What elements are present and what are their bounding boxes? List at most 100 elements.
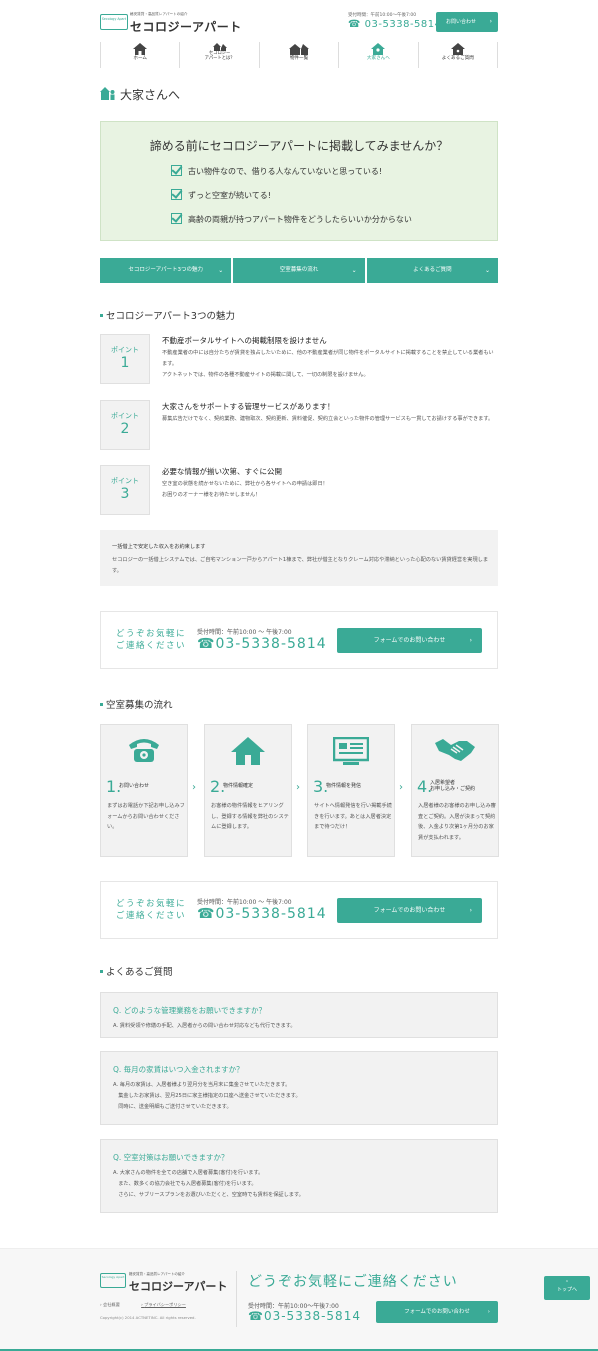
logo-text[interactable]: セコロジーアパート — [130, 18, 242, 35]
chevron-down-icon: ⌄ — [351, 267, 357, 274]
sublease-note: 一括借上で安定した収入をお約束します セコロジーの一括借上システムでは、ご自宅マ… — [100, 530, 498, 586]
chevron-down-icon: ⌄ — [484, 267, 490, 274]
checkbox-icon — [171, 213, 182, 224]
header-contact-button[interactable]: お問い合わせ › — [436, 12, 498, 32]
tab-charm[interactable]: セコロジーアパート3つの魅力 ⌄ — [100, 258, 232, 283]
tab-faq[interactable]: よくあるご質問 ⌄ — [366, 258, 498, 283]
cta-hours: 受付時間：午前10:00 〜 午後7:00 — [197, 899, 292, 906]
point-badge: ポイント 1 — [100, 334, 150, 384]
step-text: お客様の物件情報をヒアリングし、登録する情報を弊社のシステムに登録します。 — [211, 803, 289, 830]
chevron-right-icon: › — [487, 1309, 490, 1315]
step-title: 入居希望者 お申し込み・ご契約 — [430, 780, 476, 792]
question-house-icon — [450, 43, 465, 55]
nav-item-properties[interactable]: 物件一覧 — [258, 42, 338, 68]
header-hours: 受付時間：午前10:00〜午後7:00 — [348, 13, 417, 18]
header-tel[interactable]: ☎ 03-5338-5814 — [348, 19, 442, 30]
global-nav: ホーム セコロジー アパートとは？ 物件一覧 大家さんへ よくあるご質問 — [100, 42, 499, 68]
step-text: まずはお電話か下記お申し込みフォームからお問い合わせください。 — [107, 803, 185, 830]
phone-icon — [129, 739, 159, 762]
point-title: 必要な情報が揃い次第、すぐに公開 — [162, 467, 282, 476]
buildings-icon — [289, 44, 310, 55]
cta-lead: どうぞお気軽に ご連絡ください — [116, 899, 187, 921]
contact-cta: どうぞお気軽に ご連絡ください 受付時間：午前10:00 〜 午後7:00 ☎0… — [100, 611, 498, 669]
footer-link-company[interactable]: › 会社概要 — [100, 1302, 130, 1307]
phone-icon: ☎ — [248, 1309, 264, 1323]
tab-label: 空室募集の流れ — [279, 267, 319, 273]
page-title-block: 大家さんへ — [100, 85, 498, 103]
chevron-right-icon: › — [192, 782, 196, 793]
footer-logo-badge[interactable]: Secology Apart — [100, 1273, 126, 1288]
contact-form-button[interactable]: フォームでのお問い合わせ › — [337, 628, 482, 653]
faq-question: Q. どのような管理業務をお願いできますか？ — [113, 1006, 266, 1015]
section-tabs: セコロジーアパート3つの魅力 ⌄ 空室募集の流れ ⌄ よくあるご質問 ⌄ — [100, 258, 498, 283]
footer-logo-tagline: 格安賃貸・高品質レアパートの紹介 — [129, 1272, 185, 1276]
point-item: ポイント 1 不動産ポータルサイトへの掲載制限を設けません 不動産業者の中には自分… — [100, 334, 498, 386]
contact-form-button[interactable]: フォームでのお問い合わせ › — [337, 898, 482, 923]
footer-tel[interactable]: ☎03-5338-5814 — [248, 1309, 361, 1323]
step-title: お問い合わせ — [119, 783, 150, 789]
back-to-top-button[interactable]: ⌃ トップへ — [544, 1276, 590, 1300]
tab-label: よくあるご質問 — [413, 267, 452, 273]
houses-icon — [212, 43, 227, 51]
monitor-icon — [332, 736, 370, 765]
tab-label: セコロジーアパート3つの魅力 — [128, 267, 203, 273]
contact-form-label: フォームでのお問い合わせ — [373, 637, 446, 644]
owner-house-icon — [371, 43, 386, 55]
nav-item-about[interactable]: セコロジー アパートとは？ — [179, 42, 258, 68]
hero-check-item: 高齢の両親が持つアパート物件をどうしたらいいか分からない — [171, 213, 412, 225]
step-title: 物件情報確定 — [223, 783, 254, 789]
hero-check-item: 古い物件なので、借りる人なんていないと思っている! — [171, 165, 382, 177]
point-item: ポイント 2 大家さんをサポートする管理サービスがあります！ 募集広告だけでなく、… — [100, 400, 498, 452]
nav-label: 大家さんへ — [366, 56, 390, 61]
site-footer: Secology Apart 格安賃貸・高品質レアパートの紹介 セコロジーアパー… — [0, 1248, 598, 1351]
cta-lead: どうぞお気軽に ご連絡ください — [116, 629, 187, 651]
nav-label: ホーム — [133, 56, 148, 61]
faq-answer: A. 賃料受領や修繕の手配、入居者からの問い合わせ対応なども代行できます。 — [113, 1023, 296, 1029]
nav-item-home[interactable]: ホーム — [100, 42, 179, 68]
cta-tel-number: 03-5338-5814 — [215, 906, 327, 922]
cta-tel[interactable]: ☎03-5338-5814 — [197, 906, 327, 922]
nav-item-owners[interactable]: 大家さんへ — [338, 42, 417, 68]
flow-step: 3. 物件情報を発信 サイトへ情報発信を行い掲載手続きを行います。あとは入居者決… — [307, 724, 395, 857]
note-title: 一括借上で安定した収入をお約束します — [112, 544, 206, 550]
contact-form-label: フォームでのお問い合わせ — [373, 907, 446, 914]
checkbox-icon — [171, 189, 182, 200]
cta-tel[interactable]: ☎03-5338-5814 — [197, 636, 327, 652]
logo-badge[interactable]: Secology Apart — [100, 14, 128, 30]
tab-flow[interactable]: 空室募集の流れ ⌄ — [233, 258, 365, 283]
contact-cta: どうぞお気軽に ご連絡ください 受付時間：午前10:00 〜 午後7:00 ☎0… — [100, 881, 498, 939]
footer-tel-number: 03-5338-5814 — [263, 1309, 361, 1323]
chevron-right-icon: › — [469, 907, 472, 914]
point-title: 不動産ポータルサイトへの掲載制限を設けません — [162, 336, 327, 345]
chevron-right-icon: › — [489, 18, 492, 25]
chevron-right-icon: › — [296, 782, 300, 793]
nav-item-faq[interactable]: よくあるご質問 — [417, 42, 499, 68]
hero-check-text: 高齢の両親が持つアパート物件をどうしたらいいか分からない — [188, 215, 412, 224]
footer-links: › 会社概要 › プライバシーポリシー — [100, 1302, 206, 1308]
flow-step: 2. 物件情報確定 お客様の物件情報をヒアリングし、登録する情報を弊社のシステム… — [204, 724, 292, 857]
footer-logo-text[interactable]: セコロジーアパート — [129, 1278, 227, 1294]
footer-link-privacy[interactable]: › プライバシーポリシー — [141, 1302, 196, 1307]
chevron-down-icon: ⌄ — [218, 267, 224, 274]
checkbox-icon — [171, 165, 182, 176]
page-title: 大家さんへ — [120, 88, 181, 102]
hero-title: 諦める前にセコロジーアパートに掲載してみませんか？ — [149, 139, 449, 153]
footer-contact-button[interactable]: フォームでのお問い合わせ › — [376, 1301, 498, 1323]
hero-box: 諦める前にセコロジーアパートに掲載してみませんか？ 古い物件なので、借りる人なん… — [100, 121, 498, 241]
copyright: Copyright(c) 2014 ACTNETINC. All rights … — [100, 1315, 196, 1320]
home-icon — [133, 43, 148, 55]
footer-contact-label: フォームでのお問い合わせ — [404, 1309, 470, 1315]
faq-question: Q. 空室対策はお願いできますか？ — [113, 1153, 229, 1162]
footer-divider — [236, 1271, 237, 1327]
owner-icon — [100, 87, 115, 100]
step-title: 物件情報を発信 — [326, 783, 362, 789]
point-title: 大家さんをサポートする管理サービスがあります！ — [162, 402, 335, 411]
flow-step: 4. 入居希望者 お申し込み・ご契約 入居者様のお客様のお申し込み審査とご契約。… — [411, 724, 499, 857]
point-badge: ポイント 3 — [100, 465, 150, 515]
back-to-top-label: トップへ — [556, 1287, 577, 1293]
header-contact-label: お問い合わせ — [446, 19, 477, 25]
cta-hours: 受付時間：午前10:00 〜 午後7:00 — [197, 629, 292, 636]
step-text: 入居者様のお客様のお申し込み審査とご契約。入居が決まって契約後、入金より次第1ヶ… — [418, 803, 496, 841]
flow-step: 1. お問い合わせ まずはお電話か下記お申し込みフォームからお問い合わせください… — [100, 724, 188, 857]
nav-label: 物件一覧 — [289, 56, 309, 61]
